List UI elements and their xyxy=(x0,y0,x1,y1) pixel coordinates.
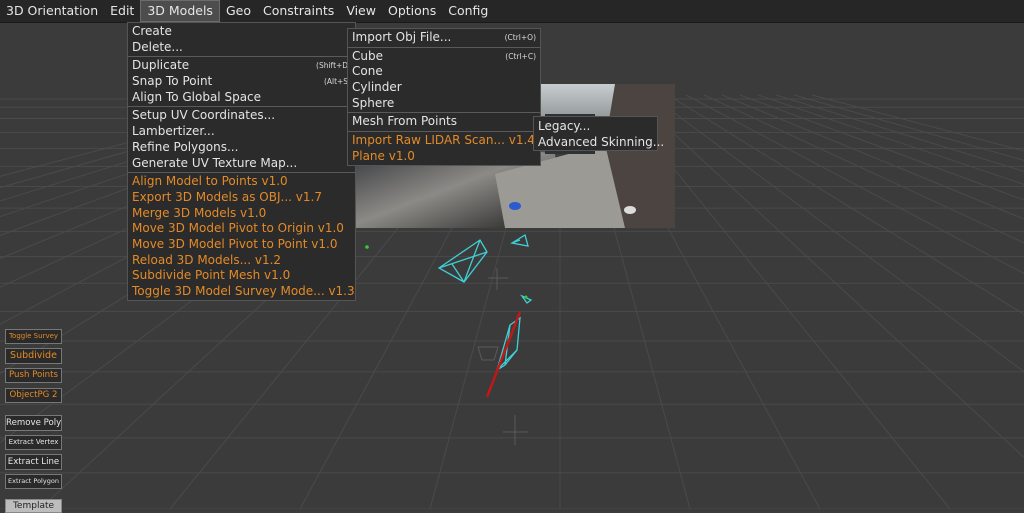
toggle-survey-button[interactable]: Toggle Survey xyxy=(5,329,62,344)
menu-item-lambertizer[interactable]: Lambertizer... xyxy=(128,124,355,140)
3d-models-dropdown: Create Delete... Duplicate (Shift+D) Snap… xyxy=(127,22,356,301)
menu-separator xyxy=(348,112,540,114)
menu-item-advanced-skinning[interactable]: Advanced Skinning... xyxy=(534,135,664,151)
menu-bar: 3D Orientation Edit 3D Models Geo Constr… xyxy=(0,0,1024,23)
menu-item-create[interactable]: Create xyxy=(128,24,355,40)
menu-item-cylinder[interactable]: Cylinder xyxy=(348,80,540,96)
menu-item-legacy[interactable]: Legacy... xyxy=(534,119,657,135)
objectpg-button[interactable]: ObjectPG 2 xyxy=(5,388,62,403)
menu-item-cube-label: Cube xyxy=(352,48,383,63)
menu-item-refine-polygons[interactable]: Refine Polygons... xyxy=(128,140,355,156)
menu-item-snap-label: Snap To Point xyxy=(132,74,213,89)
menu-item-cone[interactable]: Cone xyxy=(348,64,540,80)
menu-item-import-lidar[interactable]: Import Raw LIDAR Scan... v1.4 xyxy=(348,133,540,149)
menu-item-script[interactable]: Reload 3D Models... v1.2 xyxy=(128,253,355,269)
subdivide-button[interactable]: Subdivide xyxy=(5,348,62,364)
menu-constraints[interactable]: Constraints xyxy=(257,0,340,22)
menu-item-script[interactable]: Merge 3D Models v1.0 xyxy=(128,206,355,222)
menu-item-import-obj[interactable]: Import Obj File... (Ctrl+O) xyxy=(348,30,540,46)
menu-item-snap-to-point[interactable]: Snap To Point (Alt+S) xyxy=(128,74,355,90)
create-submenu: Import Obj File... (Ctrl+O) Cube (Ctrl+C) … xyxy=(347,28,541,166)
menu-item-duplicate-label: Duplicate xyxy=(132,58,190,73)
menu-item-script[interactable]: Subdivide Point Mesh v1.0 xyxy=(128,268,355,284)
extract-line-button[interactable]: Extract Line xyxy=(5,454,62,470)
menu-geo[interactable]: Geo xyxy=(220,0,257,22)
menu-edit[interactable]: Edit xyxy=(104,0,140,22)
menu-item-refine-label: Refine Polygons... xyxy=(132,139,239,154)
extract-vertex-button[interactable]: Extract Vertex xyxy=(5,435,62,450)
menu-3d-orientation[interactable]: 3D Orientation xyxy=(0,0,104,22)
menu-item-gen-uv-label: Generate UV Texture Map... xyxy=(132,155,298,170)
shortcut-cube: (Ctrl+C) xyxy=(505,51,536,61)
menu-config[interactable]: Config xyxy=(442,0,494,22)
menu-item-align-global-label: Align To Global Space xyxy=(132,89,262,104)
remove-poly-button[interactable]: Remove Poly xyxy=(5,415,62,431)
menu-item-script[interactable]: Move 3D Model Pivot to Point v1.0 xyxy=(128,237,355,253)
menu-item-align-global[interactable]: Align To Global Space xyxy=(128,90,355,106)
menu-3d-models[interactable]: 3D Models xyxy=(140,0,220,22)
template-button[interactable]: Template xyxy=(5,499,62,513)
push-points-button[interactable]: Push Points xyxy=(5,368,62,383)
menu-separator xyxy=(128,106,355,108)
menu-item-lambertizer-label: Lambertizer... xyxy=(132,124,215,139)
menu-item-create-label: Create xyxy=(132,24,172,38)
menu-item-delete[interactable]: Delete... xyxy=(128,40,355,56)
menu-options[interactable]: Options xyxy=(382,0,442,22)
extract-polygon-button[interactable]: Extract Polygon xyxy=(5,474,62,489)
shortcut-import-obj: (Ctrl+O) xyxy=(504,33,536,42)
menu-item-setup-uv[interactable]: Setup UV Coordinates... xyxy=(128,108,355,124)
menu-item-script[interactable]: Export 3D Models as OBJ... v1.7 xyxy=(128,190,355,206)
menu-separator xyxy=(128,172,355,174)
menu-item-mesh-from-points-label: Mesh From Points xyxy=(352,114,457,129)
shortcut-duplicate: (Shift+D) xyxy=(316,61,351,71)
menu-separator xyxy=(348,46,540,48)
menu-item-setup-uv-label: Setup UV Coordinates... xyxy=(132,108,276,123)
menu-item-script[interactable]: Align Model to Points v1.0 xyxy=(128,174,355,190)
menu-view[interactable]: View xyxy=(340,0,382,22)
menu-item-plane[interactable]: Plane v1.0 xyxy=(348,149,540,165)
menu-item-generate-uv-map[interactable]: Generate UV Texture Map... xyxy=(128,156,355,172)
mesh-from-points-submenu: Legacy... Advanced Skinning... xyxy=(533,116,664,152)
menu-item-script[interactable]: Toggle 3D Model Survey Mode... v1.3 xyxy=(128,284,355,300)
menu-item-cube[interactable]: Cube (Ctrl+C) xyxy=(348,49,540,65)
menu-item-sphere[interactable]: Sphere xyxy=(348,96,540,112)
menu-item-duplicate[interactable]: Duplicate (Shift+D) xyxy=(128,58,355,74)
menu-item-script[interactable]: Move 3D Model Pivot to Origin v1.0 xyxy=(128,221,355,237)
menu-item-import-obj-label: Import Obj File... xyxy=(352,30,452,44)
menu-item-mesh-from-points[interactable]: Mesh From Points xyxy=(348,114,540,130)
menu-item-delete-label: Delete... xyxy=(132,39,183,54)
menu-separator xyxy=(348,131,540,133)
menu-separator xyxy=(128,56,355,58)
